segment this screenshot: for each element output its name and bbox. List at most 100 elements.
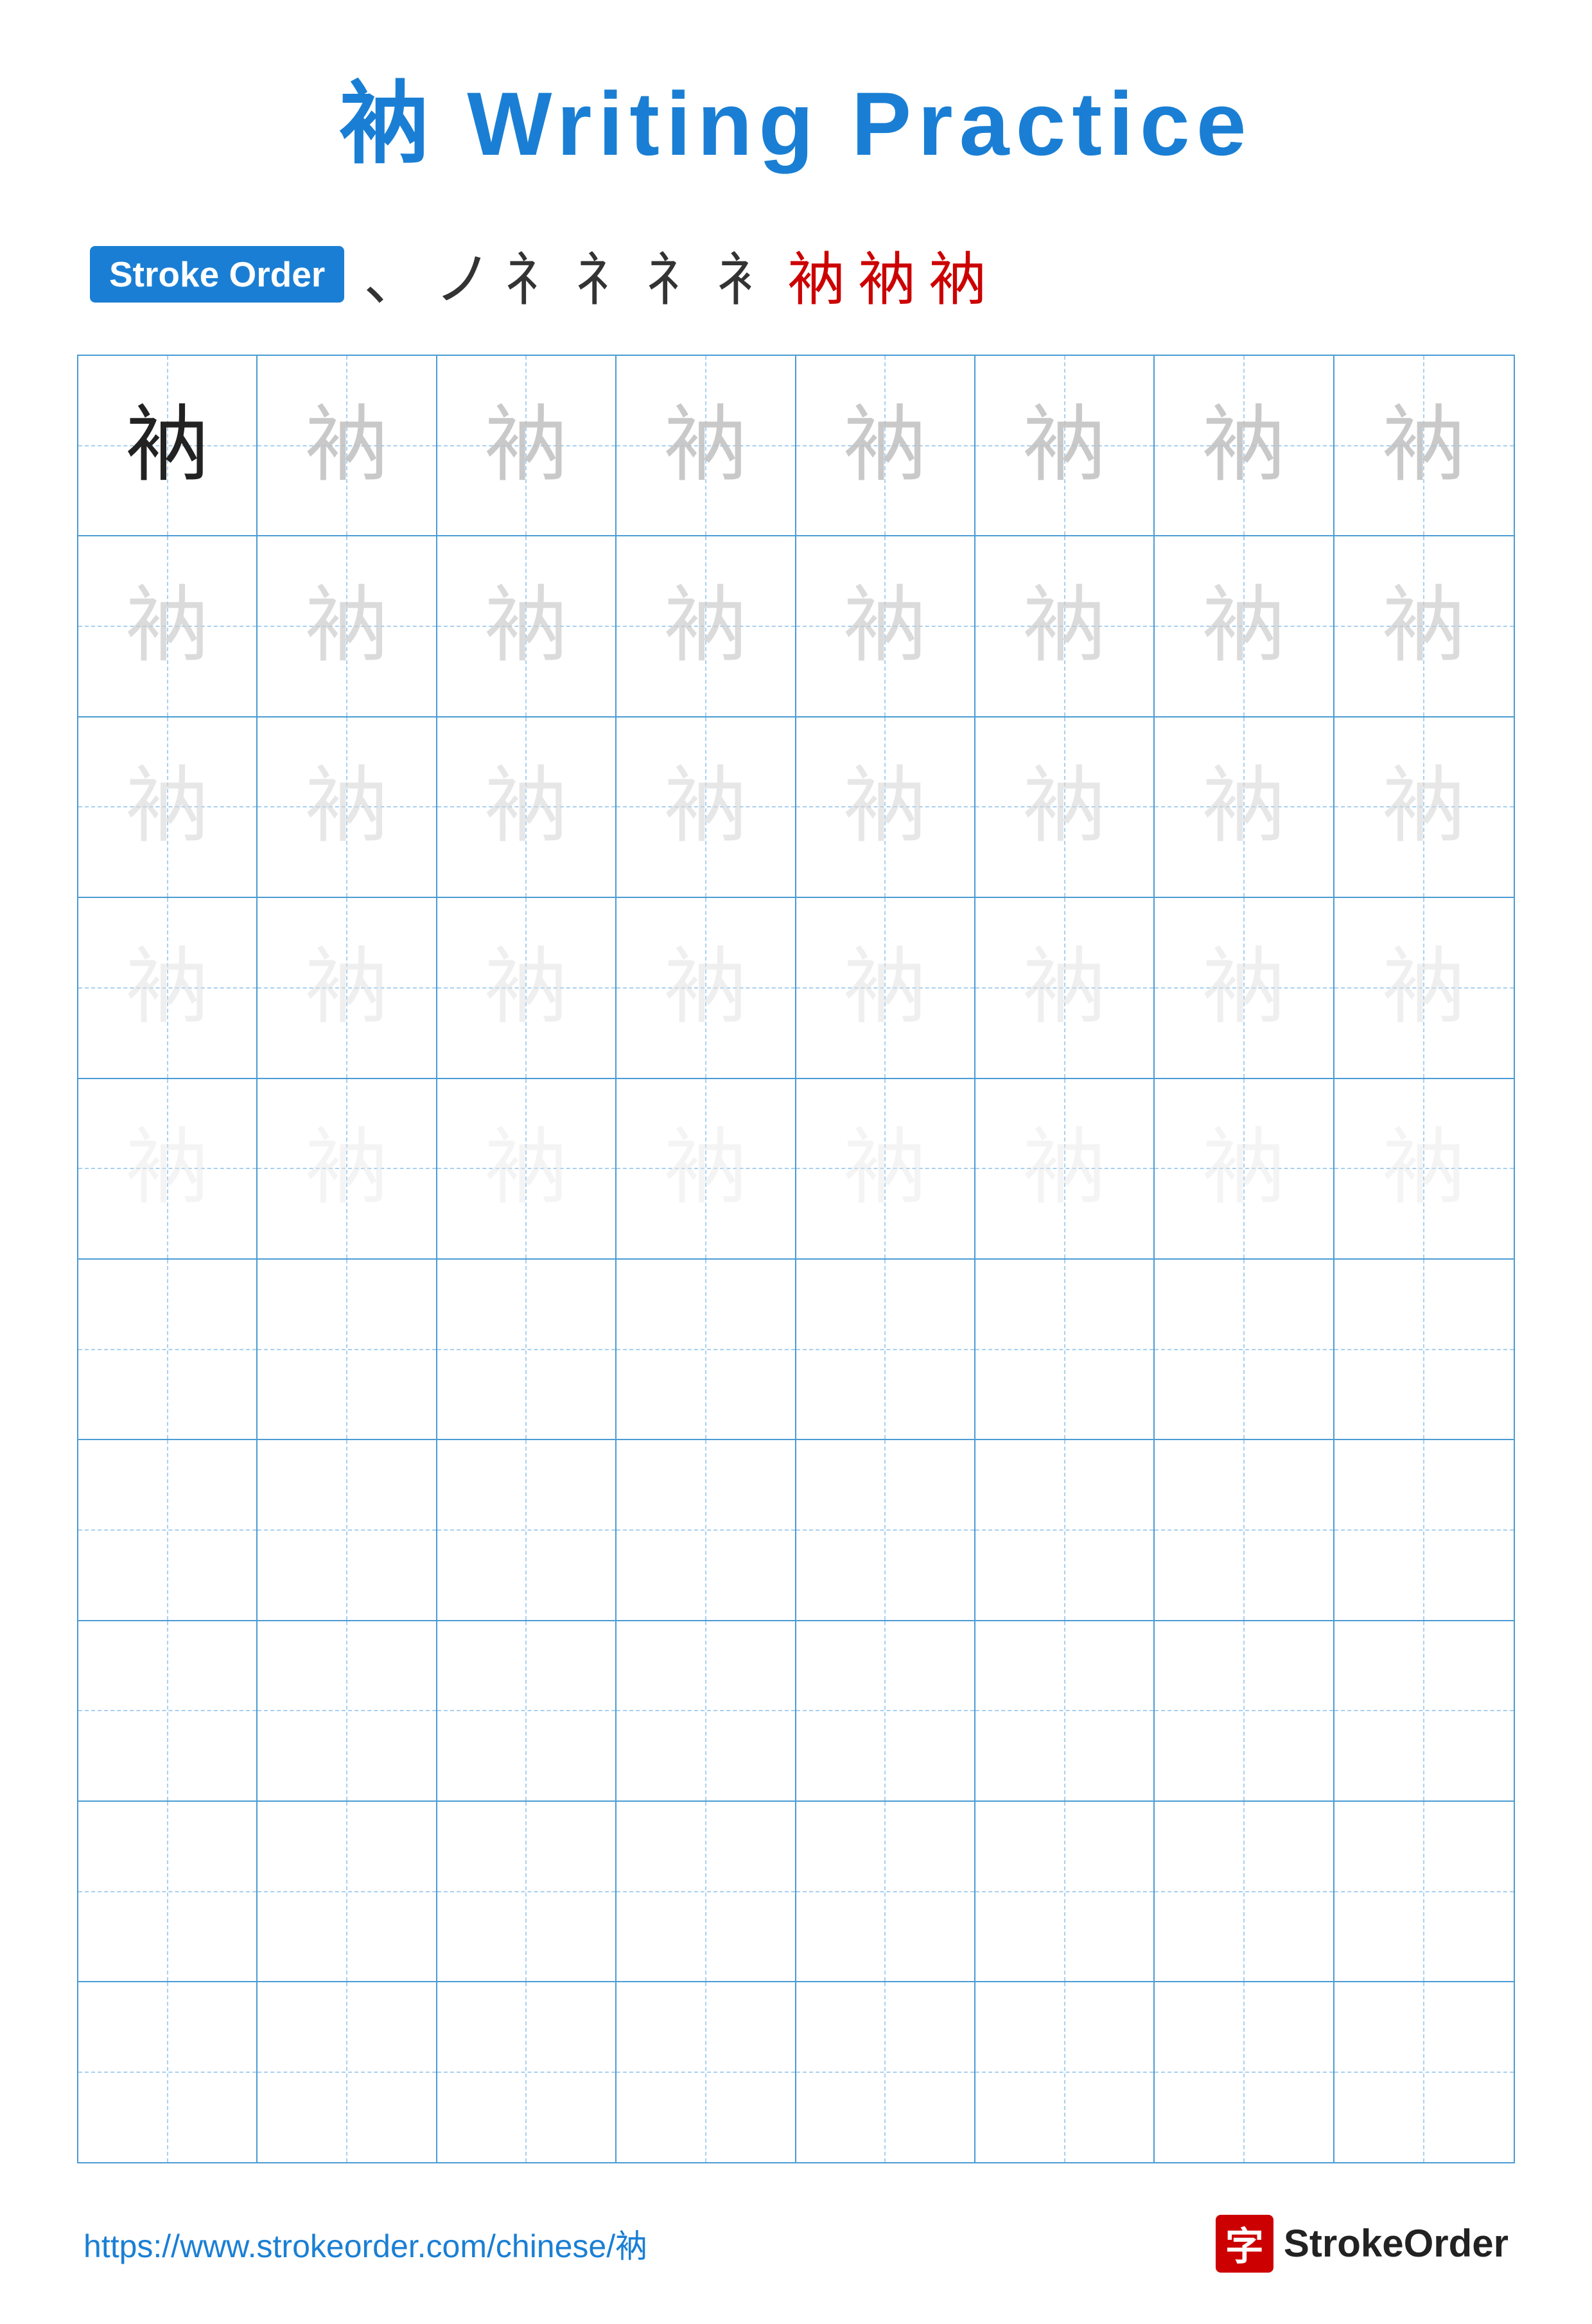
char-display: 衲 [305, 1127, 389, 1210]
grid-cell-10-7[interactable] [1155, 1982, 1334, 2161]
char-display: 衲 [664, 765, 748, 849]
grid-cell-8-4[interactable] [617, 1621, 796, 1800]
grid-cell-5-1[interactable]: 衲 [78, 1079, 258, 1258]
grid-cell-8-3[interactable] [437, 1621, 617, 1800]
grid-cell-6-6[interactable] [975, 1260, 1155, 1439]
grid-cell-2-8[interactable]: 衲 [1334, 536, 1514, 716]
char-display: 衲 [1023, 765, 1107, 849]
char-display: 衲 [843, 585, 927, 668]
grid-cell-4-6[interactable]: 衲 [975, 898, 1155, 1077]
grid-cell-10-1[interactable] [78, 1982, 258, 2161]
grid-cell-5-2[interactable]: 衲 [258, 1079, 437, 1258]
grid-cell-9-6[interactable] [975, 1802, 1155, 1981]
grid-cell-9-5[interactable] [796, 1802, 975, 1981]
grid-cell-6-8[interactable] [1334, 1260, 1514, 1439]
grid-cell-1-1[interactable]: 衲 [78, 356, 258, 535]
grid-cell-4-4[interactable]: 衲 [617, 898, 796, 1077]
grid-cell-7-3[interactable] [437, 1440, 617, 1619]
grid-cell-5-6[interactable]: 衲 [975, 1079, 1155, 1258]
char-display: 衲 [1382, 946, 1465, 1030]
grid-cell-2-6[interactable]: 衲 [975, 536, 1155, 716]
grid-cell-3-3[interactable]: 衲 [437, 717, 617, 897]
grid-cell-4-7[interactable]: 衲 [1155, 898, 1334, 1077]
grid-cell-1-8[interactable]: 衲 [1334, 356, 1514, 535]
grid-cell-4-3[interactable]: 衲 [437, 898, 617, 1077]
char-display: 衲 [1023, 404, 1107, 488]
grid-cell-6-1[interactable] [78, 1260, 258, 1439]
grid-cell-2-3[interactable]: 衲 [437, 536, 617, 716]
grid-cell-4-1[interactable]: 衲 [78, 898, 258, 1077]
grid-cell-1-7[interactable]: 衲 [1155, 356, 1334, 535]
grid-cell-9-8[interactable] [1334, 1802, 1514, 1981]
grid-cell-5-4[interactable]: 衲 [617, 1079, 796, 1258]
grid-cell-8-7[interactable] [1155, 1621, 1334, 1800]
grid-cell-5-5[interactable]: 衲 [796, 1079, 975, 1258]
grid-cell-9-3[interactable] [437, 1802, 617, 1981]
grid-cell-3-8[interactable]: 衲 [1334, 717, 1514, 897]
stroke-3: 礻 [505, 233, 563, 316]
grid-cell-7-1[interactable] [78, 1440, 258, 1619]
grid-cell-7-7[interactable] [1155, 1440, 1334, 1619]
char-display: 衲 [305, 404, 389, 488]
stroke-8: 衲 [858, 233, 916, 316]
grid-cell-2-1[interactable]: 衲 [78, 536, 258, 716]
page-title: 衲 Writing Practice [77, 51, 1515, 181]
grid-cell-4-2[interactable]: 衲 [258, 898, 437, 1077]
char-display: 衲 [843, 946, 927, 1030]
grid-cell-3-4[interactable]: 衲 [617, 717, 796, 897]
grid-cell-3-7[interactable]: 衲 [1155, 717, 1334, 897]
grid-cell-3-6[interactable]: 衲 [975, 717, 1155, 897]
stroke-4: 礻 [575, 233, 633, 316]
char-display: 衲 [1023, 946, 1107, 1030]
grid-cell-2-7[interactable]: 衲 [1155, 536, 1334, 716]
grid-cell-6-5[interactable] [796, 1260, 975, 1439]
grid-cell-1-3[interactable]: 衲 [437, 356, 617, 535]
grid-cell-2-5[interactable]: 衲 [796, 536, 975, 716]
grid-cell-5-7[interactable]: 衲 [1155, 1079, 1334, 1258]
grid-cell-1-5[interactable]: 衲 [796, 356, 975, 535]
grid-cell-8-1[interactable] [78, 1621, 258, 1800]
grid-cell-7-2[interactable] [258, 1440, 437, 1619]
stroke-1: 、 [363, 233, 421, 316]
grid-cell-6-2[interactable] [258, 1260, 437, 1439]
grid-cell-7-4[interactable] [617, 1440, 796, 1619]
grid-cell-5-3[interactable]: 衲 [437, 1079, 617, 1258]
grid-cell-10-5[interactable] [796, 1982, 975, 2161]
grid-cell-2-2[interactable]: 衲 [258, 536, 437, 716]
grid-row-3: 衲 衲 衲 衲 衲 衲 衲 衲 [78, 717, 1514, 898]
grid-cell-2-4[interactable]: 衲 [617, 536, 796, 716]
grid-cell-10-2[interactable] [258, 1982, 437, 2161]
grid-cell-8-5[interactable] [796, 1621, 975, 1800]
grid-cell-1-4[interactable]: 衲 [617, 356, 796, 535]
grid-cell-6-4[interactable] [617, 1260, 796, 1439]
char-display: 衲 [843, 1127, 927, 1210]
char-display: 衲 [1202, 946, 1286, 1030]
grid-cell-6-3[interactable] [437, 1260, 617, 1439]
grid-cell-3-1[interactable]: 衲 [78, 717, 258, 897]
grid-cell-1-6[interactable]: 衲 [975, 356, 1155, 535]
char-display: 衲 [1382, 765, 1465, 849]
grid-cell-8-2[interactable] [258, 1621, 437, 1800]
grid-cell-5-8[interactable]: 衲 [1334, 1079, 1514, 1258]
grid-cell-8-6[interactable] [975, 1621, 1155, 1800]
grid-cell-9-4[interactable] [617, 1802, 796, 1981]
grid-cell-4-8[interactable]: 衲 [1334, 898, 1514, 1077]
grid-cell-10-6[interactable] [975, 1982, 1155, 2161]
grid-cell-1-2[interactable]: 衲 [258, 356, 437, 535]
grid-cell-7-8[interactable] [1334, 1440, 1514, 1619]
grid-cell-10-3[interactable] [437, 1982, 617, 2161]
footer-url[interactable]: https://www.strokeorder.com/chinese/衲 [83, 2221, 647, 2267]
grid-cell-9-2[interactable] [258, 1802, 437, 1981]
grid-cell-6-7[interactable] [1155, 1260, 1334, 1439]
grid-cell-7-6[interactable] [975, 1440, 1155, 1619]
grid-cell-3-2[interactable]: 衲 [258, 717, 437, 897]
grid-cell-9-1[interactable] [78, 1802, 258, 1981]
grid-cell-8-8[interactable] [1334, 1621, 1514, 1800]
grid-cell-3-5[interactable]: 衲 [796, 717, 975, 897]
grid-cell-7-5[interactable] [796, 1440, 975, 1619]
grid-cell-9-7[interactable] [1155, 1802, 1334, 1981]
grid-cell-10-8[interactable] [1334, 1982, 1514, 2161]
grid-cell-4-5[interactable]: 衲 [796, 898, 975, 1077]
grid-cell-10-4[interactable] [617, 1982, 796, 2161]
char-display: 衲 [1202, 585, 1286, 668]
